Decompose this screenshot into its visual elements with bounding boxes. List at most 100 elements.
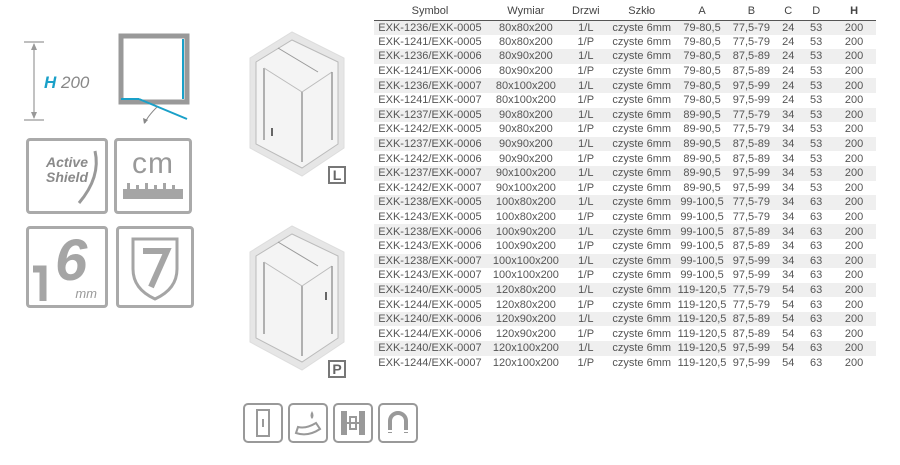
easy-clean-icon	[294, 411, 322, 436]
table-row: EXK-1237/EXK-0006 90x90x200 1/L czyste 6mm 8…	[374, 136, 876, 152]
cell-szklo: czyste 6mm	[605, 49, 678, 64]
cell-b: 77,5-79	[726, 107, 777, 123]
cell-szklo: czyste 6mm	[612, 35, 672, 48]
cell-wymiar: 120x100x200	[485, 341, 566, 356]
cell-b: 77,5-79	[726, 20, 777, 35]
cell-d: 63	[800, 224, 833, 239]
ruler-icon	[123, 183, 183, 199]
cell-h: 200	[844, 269, 864, 282]
cell-drzwi: 1/P	[577, 35, 595, 48]
cell-drzwi: 1/L	[565, 341, 606, 356]
warranty-7-shield-icon	[131, 237, 179, 301]
cell-h: 200	[832, 20, 876, 35]
cell-symbol: EXK-1244/EXK-0006	[378, 327, 482, 340]
cell-drzwi: 1/P	[577, 94, 595, 107]
cell-h: 200	[844, 298, 864, 311]
cell-szklo: czyste 6mm	[612, 269, 672, 282]
cell-wymiar: 90x90x200	[485, 136, 566, 152]
table-row: EXK-1242/EXK-0006 90x90x200 1/P czyste 6mm 8…	[374, 151, 876, 166]
cell-szklo: czyste 6mm	[605, 253, 678, 269]
cell-drzwi: 1/L	[565, 311, 606, 327]
cell-d: 63	[810, 269, 823, 282]
table-header-row: Symbol Wymiar Drzwi Szkło A B C D H	[374, 3, 876, 21]
header-drzwi: Drzwi	[565, 3, 606, 21]
cell-drzwi: 1/P	[577, 123, 595, 136]
left-variant-tag: L	[328, 166, 346, 184]
cell-wymiar: 100x100x200	[492, 269, 559, 282]
header-szklo: Szkło	[605, 3, 678, 21]
cell-a: 79-80,5	[677, 49, 727, 64]
table-row: EXK-1238/EXK-0005 100x80x200 1/L czyste 6mm…	[374, 195, 876, 210]
cell-a: 89-90,5	[677, 165, 727, 181]
cell-symbol: EXK-1238/EXK-0006	[374, 224, 486, 239]
table-row: EXK-1243/EXK-0007 100x100x200 1/P czyste 6m…	[374, 268, 876, 283]
cell-symbol: EXK-1240/EXK-0005	[374, 282, 486, 298]
cell-a: 79-80,5	[683, 94, 721, 107]
cell-h: 200	[832, 253, 876, 269]
cell-c: 34	[782, 181, 795, 194]
cell-b: 97,5-99	[726, 165, 777, 181]
table-row: EXK-1241/EXK-0005 80x80x200 1/P czyste 6mm 7…	[374, 35, 876, 50]
cell-h: 200	[844, 152, 864, 165]
shield-swoosh-icon	[77, 150, 98, 204]
cell-b: 87,5-89	[726, 136, 777, 152]
reversible-door-icon	[256, 409, 270, 437]
cell-drzwi: 1/L	[565, 165, 606, 181]
cell-c: 24	[782, 94, 795, 107]
cell-c: 24	[782, 65, 795, 78]
cell-c: 24	[782, 35, 795, 48]
plan-view-icon	[118, 33, 190, 124]
cell-szklo: czyste 6mm	[612, 298, 672, 311]
header-c: C	[776, 3, 801, 21]
cell-wymiar: 120x80x200	[495, 298, 556, 311]
cell-b: 97,5-99	[726, 78, 777, 93]
cell-h: 200	[832, 78, 876, 93]
table-row: EXK-1243/EXK-0006 100x90x200 1/P czyste 6mm…	[374, 239, 876, 254]
cell-wymiar: 100x80x200	[485, 195, 566, 210]
table-row: EXK-1242/EXK-0005 90x80x200 1/P czyste 6mm 8…	[374, 122, 876, 137]
cell-szklo: czyste 6mm	[605, 282, 678, 298]
cell-wymiar: 100x100x200	[485, 253, 566, 269]
cell-a: 99-100,5	[680, 211, 724, 224]
cell-c: 34	[782, 211, 795, 224]
cell-drzwi: 1/P	[577, 211, 595, 224]
cell-szklo: czyste 6mm	[605, 224, 678, 239]
cell-c: 34	[776, 224, 801, 239]
cell-d: 53	[810, 181, 823, 194]
cell-wymiar: 100x80x200	[495, 211, 556, 224]
cell-wymiar: 80x90x200	[485, 49, 566, 64]
cell-c: 54	[782, 356, 795, 369]
cell-b: 77,5-79	[732, 123, 771, 136]
cell-c: 34	[776, 136, 801, 152]
cell-c: 24	[776, 49, 801, 64]
cell-szklo: czyste 6mm	[605, 107, 678, 123]
cell-symbol: EXK-1240/EXK-0006	[374, 311, 486, 327]
cell-c: 54	[782, 327, 795, 340]
active-shield-badge: Active Shield	[26, 138, 108, 214]
cell-h: 200	[832, 136, 876, 152]
cell-wymiar: 100x90x200	[485, 224, 566, 239]
cell-a: 99-100,5	[677, 224, 727, 239]
cell-szklo: czyste 6mm	[605, 165, 678, 181]
cell-wymiar: 80x80x200	[498, 35, 553, 48]
cell-h: 200	[832, 224, 876, 239]
cell-szklo: czyste 6mm	[612, 181, 672, 194]
cell-szklo: czyste 6mm	[612, 240, 672, 253]
cell-wymiar: 120x80x200	[485, 282, 566, 298]
cell-a: 99-100,5	[680, 269, 724, 282]
cell-szklo: czyste 6mm	[605, 136, 678, 152]
cell-wymiar: 90x80x200	[498, 123, 553, 136]
table-row: EXK-1237/EXK-0007 90x100x200 1/L czyste 6mm…	[374, 165, 876, 181]
cell-b: 97,5-99	[732, 94, 771, 107]
cell-symbol: EXK-1236/EXK-0007	[374, 78, 486, 93]
cell-drzwi: 1/P	[577, 181, 595, 194]
cell-a: 89-90,5	[683, 181, 721, 194]
cell-c: 34	[776, 195, 801, 210]
cell-wymiar: 120x90x200	[485, 311, 566, 327]
table-row: EXK-1236/EXK-0005 80x80x200 1/L czyste 6mm 7…	[374, 20, 876, 35]
wall-profile-badge	[333, 403, 373, 443]
cell-drzwi: 1/L	[565, 224, 606, 239]
cell-h: 200	[832, 195, 876, 210]
cell-d: 53	[800, 78, 833, 93]
shower-drawing-left: L	[242, 28, 354, 186]
